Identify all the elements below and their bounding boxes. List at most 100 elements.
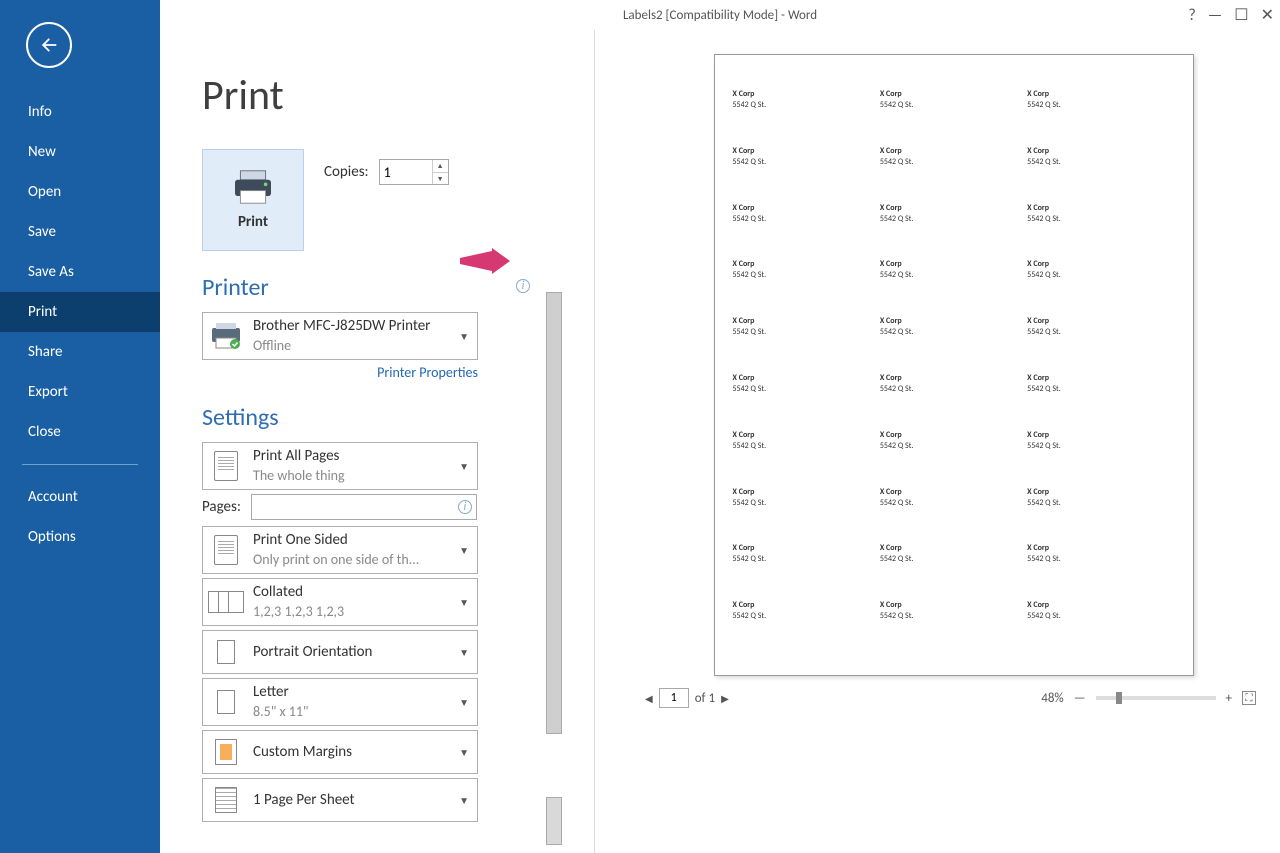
label-cell: X Corp5542 Q St. — [880, 316, 1027, 373]
label-cell: X Corp5542 Q St. — [880, 259, 1027, 316]
label-cell: X Corp5542 Q St. — [1027, 259, 1174, 316]
label-cell: X Corp5542 Q St. — [733, 600, 880, 657]
label-cell: X Corp5542 Q St. — [1027, 543, 1174, 600]
label-cell: X Corp5542 Q St. — [880, 89, 1027, 146]
info-icon[interactable]: i — [516, 279, 530, 293]
close-icon[interactable]: ✕ — [1261, 5, 1274, 25]
pages-input[interactable] — [252, 495, 476, 519]
pages-label: Pages: — [202, 498, 241, 516]
zoom-in-button[interactable]: + — [1226, 691, 1232, 706]
printer-properties-link[interactable]: Printer Properties — [202, 364, 478, 381]
settings-section-title: Settings — [202, 403, 544, 432]
label-cell: X Corp5542 Q St. — [733, 543, 880, 600]
printer-section-title: Printer i — [202, 273, 544, 302]
sidebar-item-open[interactable]: Open — [0, 172, 160, 212]
sidebar-divider — [22, 464, 138, 465]
minimize-icon[interactable]: — — [1208, 6, 1222, 25]
page-title: Print — [202, 70, 544, 121]
copies-down[interactable]: ▼ — [432, 173, 448, 185]
zoom-percent: 48% — [1041, 691, 1063, 706]
chevron-down-icon: ▼ — [459, 596, 471, 609]
sidebar-item-print[interactable]: Print — [0, 292, 160, 332]
label-cell: X Corp5542 Q St. — [1027, 373, 1174, 430]
label-cell: X Corp5542 Q St. — [1027, 89, 1174, 146]
label-cell: X Corp5542 Q St. — [733, 430, 880, 487]
collate-selector[interactable]: Collated 1,2,3 1,2,3 1,2,3 ▼ — [202, 578, 478, 626]
print-options-column: Print Print Copies: — [160, 30, 544, 853]
print-range-selector[interactable]: Print All Pages The whole thing ▼ — [202, 442, 478, 490]
sidebar-item-close[interactable]: Close — [0, 412, 160, 452]
sidebar-item-save-as[interactable]: Save As — [0, 252, 160, 292]
portrait-icon — [217, 640, 235, 664]
label-cell: X Corp5542 Q St. — [1027, 487, 1174, 544]
sidebar-item-info[interactable]: Info — [0, 92, 160, 132]
label-cell: X Corp5542 Q St. — [733, 487, 880, 544]
chevron-down-icon: ▼ — [459, 330, 471, 343]
chevron-down-icon: ▼ — [459, 460, 471, 473]
margins-selector[interactable]: Custom Margins ▼ — [202, 730, 478, 774]
print-button-label: Print — [238, 213, 268, 231]
label-cell: X Corp5542 Q St. — [1027, 203, 1174, 260]
paper-size-selector[interactable]: Letter 8.5" x 11" ▼ — [202, 678, 478, 726]
printer-selector[interactable]: Brother MFC-J825DW Printer Offline ▼ — [202, 312, 478, 360]
chevron-down-icon: ▼ — [459, 544, 471, 557]
label-cell: X Corp5542 Q St. — [880, 430, 1027, 487]
margins-icon — [215, 739, 237, 765]
sidebar-item-new[interactable]: New — [0, 132, 160, 172]
chevron-down-icon: ▼ — [459, 646, 471, 659]
copies-input[interactable] — [380, 160, 434, 184]
page-total: of 1 — [695, 691, 715, 706]
label-cell: X Corp5542 Q St. — [733, 373, 880, 430]
label-cell: X Corp5542 Q St. — [733, 316, 880, 373]
label-cell: X Corp5542 Q St. — [880, 203, 1027, 260]
options-scrollbar[interactable] — [544, 30, 566, 853]
fit-to-window-button[interactable]: ⛶ — [1242, 691, 1256, 705]
collate-icon — [208, 591, 244, 613]
prev-page-button[interactable]: ◀ — [645, 692, 653, 705]
zoom-out-button[interactable]: — — [1074, 691, 1086, 706]
orientation-selector[interactable]: Portrait Orientation ▼ — [202, 630, 478, 674]
label-cell: X Corp5542 Q St. — [1027, 600, 1174, 657]
copies-label: Copies: — [324, 163, 369, 181]
zoom-slider[interactable] — [1096, 696, 1216, 700]
label-cell: X Corp5542 Q St. — [733, 259, 880, 316]
arrow-left-icon — [38, 34, 60, 56]
label-cell: X Corp5542 Q St. — [880, 146, 1027, 203]
printer-status: Offline — [253, 336, 459, 356]
maximize-icon[interactable]: ☐ — [1234, 5, 1248, 25]
label-cell: X Corp5542 Q St. — [880, 487, 1027, 544]
info-icon[interactable]: i — [458, 500, 472, 514]
help-icon[interactable]: ? — [1188, 6, 1195, 25]
label-cell: X Corp5542 Q St. — [880, 600, 1027, 657]
printer-name: Brother MFC-J825DW Printer — [253, 316, 459, 336]
sidebar-item-export[interactable]: Export — [0, 372, 160, 412]
sidebar-item-share[interactable]: Share — [0, 332, 160, 372]
chevron-down-icon: ▼ — [459, 794, 471, 807]
print-preview-column: X Corp5542 Q St.X Corp5542 Q St.X Corp55… — [595, 30, 1280, 853]
sided-selector[interactable]: Print One Sided Only print on one side o… — [202, 526, 478, 574]
print-button[interactable]: Print — [202, 149, 304, 251]
document-icon — [214, 451, 238, 481]
page-icon — [214, 535, 238, 565]
pages-per-sheet-selector[interactable]: 1 Page Per Sheet ▼ — [202, 778, 478, 822]
sidebar-item-options[interactable]: Options — [0, 517, 160, 557]
chevron-down-icon: ▼ — [459, 746, 471, 759]
label-cell: X Corp5542 Q St. — [733, 203, 880, 260]
backstage-sidebar: Info New Open Save Save As Print Share E… — [0, 0, 160, 853]
sidebar-item-account[interactable]: Account — [0, 477, 160, 517]
back-button[interactable] — [26, 22, 72, 68]
label-cell: X Corp5542 Q St. — [1027, 316, 1174, 373]
copies-up[interactable]: ▲ — [432, 160, 448, 173]
next-page-button[interactable]: ▶ — [721, 692, 729, 705]
sidebar-item-save[interactable]: Save — [0, 212, 160, 252]
page-number-input[interactable] — [659, 688, 689, 708]
window-title: Labels2 [Compatibility Mode] - Word — [623, 8, 817, 23]
paper-icon — [217, 690, 235, 714]
label-cell: X Corp5542 Q St. — [733, 89, 880, 146]
label-cell: X Corp5542 Q St. — [733, 146, 880, 203]
grid-icon — [215, 787, 237, 813]
printer-icon — [231, 169, 275, 205]
label-cell: X Corp5542 Q St. — [1027, 430, 1174, 487]
label-cell: X Corp5542 Q St. — [1027, 146, 1174, 203]
label-cell: X Corp5542 Q St. — [880, 543, 1027, 600]
